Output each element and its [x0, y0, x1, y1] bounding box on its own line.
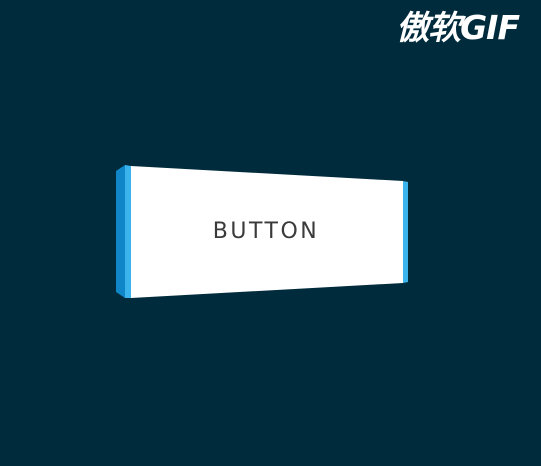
stage: 傲软GIF BUTTON [0, 0, 541, 466]
3d-button[interactable]: BUTTON [0, 0, 541, 466]
button-right-side [403, 181, 408, 283]
button-left-side [116, 165, 125, 298]
button-label: BUTTON [212, 219, 320, 244]
